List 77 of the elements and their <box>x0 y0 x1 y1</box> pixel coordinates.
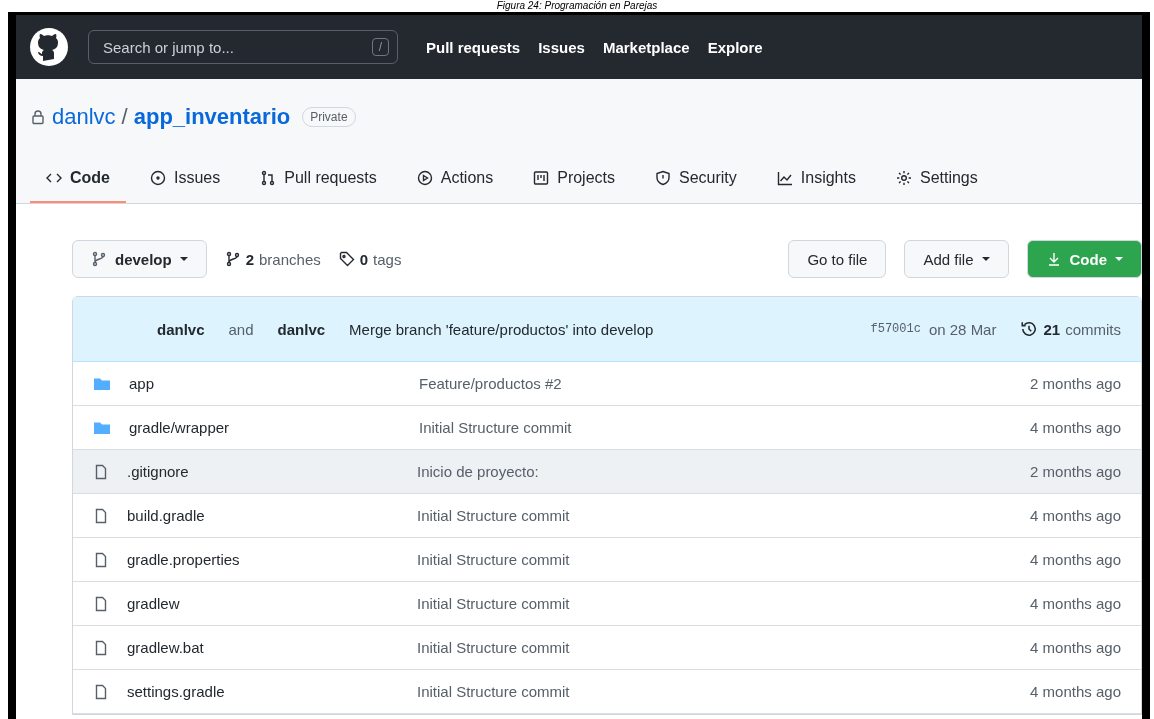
file-name-link[interactable]: gradle.properties <box>127 551 417 568</box>
play-icon <box>416 170 433 186</box>
circle-dot-icon <box>150 170 166 186</box>
file-icon <box>93 507 109 524</box>
nav-link[interactable]: Marketplace <box>602 38 690 56</box>
commit-age: 4 months ago <box>1030 419 1121 436</box>
commit-age: 4 months ago <box>1030 639 1121 656</box>
repo-tab[interactable]: Settings <box>879 159 994 203</box>
search-field[interactable]: Search or jump to... / <box>88 30 398 64</box>
repo-owner-link[interactable]: danlvc <box>52 104 116 130</box>
commit-message[interactable]: Merge branch 'feature/productos' into develop <box>349 320 654 338</box>
caret-icon <box>1115 257 1123 261</box>
commit-date: on 28 Mar <box>928 320 997 338</box>
branch-icon <box>224 251 241 267</box>
commit-message-link[interactable]: Inicio de proyecto: <box>417 463 1031 480</box>
pull-request-icon <box>260 170 277 186</box>
project-icon <box>533 170 550 186</box>
graph-icon <box>776 170 793 186</box>
repo-tab[interactable]: Insights <box>760 159 872 203</box>
caret-icon <box>179 257 188 261</box>
file-name-link[interactable]: gradlew.bat <box>127 639 417 656</box>
commit-sha[interactable]: f57001c <box>870 322 921 336</box>
tag-icon <box>338 251 355 267</box>
nav-link[interactable]: Explore <box>707 38 763 56</box>
file-icon <box>93 551 109 568</box>
commit-message-link[interactable]: Feature/productos #2 <box>419 375 1031 392</box>
nav-link[interactable]: Pull requests <box>426 38 521 56</box>
branch-dropdown[interactable]: develop <box>72 240 207 278</box>
lock-icon <box>30 109 46 125</box>
octocat-logo-icon[interactable] <box>30 28 68 66</box>
tags-link[interactable]: 0 tags <box>338 250 402 268</box>
commits-link[interactable]: 21 commits <box>1020 320 1121 338</box>
repo-name-link[interactable]: app_inventario <box>133 104 291 130</box>
commit-age: 4 months ago <box>1030 551 1121 568</box>
file-row[interactable]: .gitignore Inicio de proyecto: 2 months ago <box>73 450 1141 494</box>
commit-age: 4 months ago <box>1030 507 1121 524</box>
file-name-link[interactable]: gradle/wrapper <box>129 419 419 436</box>
repo-tab[interactable]: Code <box>30 159 126 203</box>
commit-author[interactable]: danlvc <box>277 320 326 338</box>
repo-tab[interactable]: Pull requests <box>244 159 393 203</box>
figure-caption: Figura 24: Programación en Parejas <box>496 0 658 11</box>
commit-message-link[interactable]: Initial Structure commit <box>419 419 1031 436</box>
file-name-link[interactable]: build.gradle <box>127 507 417 524</box>
commit-message-link[interactable]: Initial Structure commit <box>417 507 1031 524</box>
shield-icon <box>655 170 671 186</box>
repo-tab[interactable]: Security <box>639 159 753 203</box>
file-icon <box>93 683 109 700</box>
commit-age: 4 months ago <box>1030 595 1121 612</box>
file-name-link[interactable]: gradlew <box>127 595 417 612</box>
add-file-button[interactable]: Add file <box>904 240 1009 278</box>
branches-link[interactable]: 2 branches <box>224 250 321 268</box>
repo-tab[interactable]: Actions <box>400 159 510 203</box>
commit-message-link[interactable]: Initial Structure commit <box>417 683 1031 700</box>
commit-message-link[interactable]: Initial Structure commit <box>417 595 1031 612</box>
file-icon <box>93 463 109 480</box>
path-separator: / <box>121 104 128 130</box>
history-icon <box>1020 320 1039 338</box>
commit-age: 2 months ago <box>1030 463 1121 480</box>
commit-message-link[interactable]: Initial Structure commit <box>417 551 1031 568</box>
commit-author[interactable]: danlvc <box>157 320 205 338</box>
commit-age: 2 months ago <box>1030 375 1121 392</box>
shortcut-key: / <box>371 38 389 56</box>
file-icon <box>93 639 109 656</box>
repo-tab[interactable]: Projects <box>517 159 631 203</box>
caret-icon <box>981 257 990 261</box>
settings-icon <box>895 170 912 186</box>
author-joiner: and <box>228 320 254 338</box>
repo-tab[interactable]: Issues <box>134 159 237 203</box>
commit-message-link[interactable]: Initial Structure commit <box>417 639 1031 656</box>
commit-age: 4 months ago <box>1030 683 1121 700</box>
file-name-link[interactable]: app <box>129 375 419 392</box>
nav-link[interactable]: Issues <box>538 38 585 56</box>
file-name-link[interactable]: .gitignore <box>127 463 417 480</box>
file-name-link[interactable]: settings.gradle <box>127 683 417 700</box>
branch-icon <box>91 251 107 267</box>
go-to-file-button[interactable]: Go to file <box>788 240 887 278</box>
file-icon <box>93 595 109 612</box>
